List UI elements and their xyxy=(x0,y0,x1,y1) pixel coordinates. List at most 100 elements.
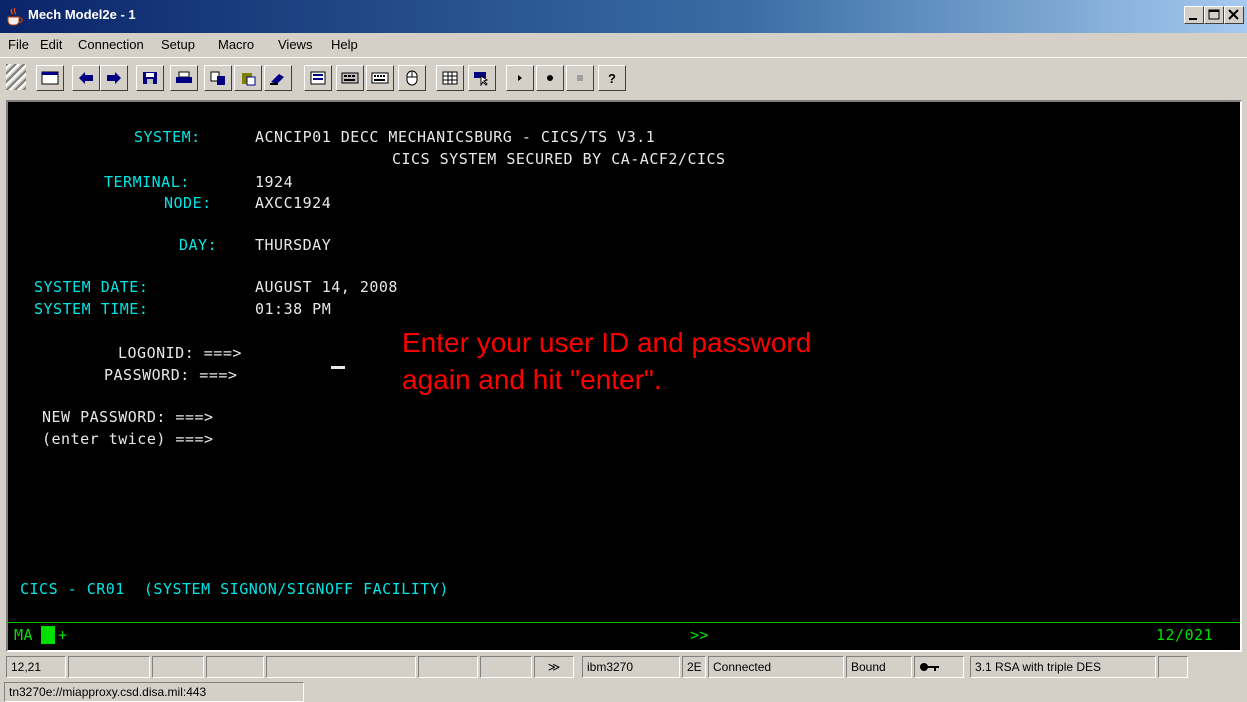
key-icon xyxy=(920,663,939,671)
oia-cursor-block xyxy=(41,626,55,644)
status-bound: Bound xyxy=(846,656,912,678)
pointer-button[interactable] xyxy=(468,65,496,91)
copy-button[interactable] xyxy=(204,65,232,91)
instruction-note-line-2: again and hit "enter". xyxy=(402,364,662,395)
back-button[interactable] xyxy=(72,65,100,91)
menu-setup[interactable]: Setup xyxy=(161,37,195,52)
clear-icon xyxy=(270,74,284,85)
screen-footer: CICS - CR01 (SYSTEM SIGNON/SIGNOFF FACIL… xyxy=(20,580,449,598)
system-date-value: AUGUST 14, 2008 xyxy=(255,278,398,296)
paste-icon xyxy=(242,73,256,86)
copy-icon xyxy=(210,71,225,85)
status-cell-empty-1 xyxy=(68,656,150,678)
application-window: Mech Model2e - 1 File Edit Connection Se… xyxy=(0,0,1247,702)
text-cursor xyxy=(331,366,345,369)
status-cell-empty-6 xyxy=(480,656,532,678)
grid-button[interactable] xyxy=(436,65,464,91)
record-button[interactable] xyxy=(536,65,564,91)
system-value: ACNCIP01 DECC MECHANICSBURG - CICS/TS V3… xyxy=(255,128,656,146)
close-icon xyxy=(1228,9,1239,20)
system-label: SYSTEM: xyxy=(134,128,201,146)
status-bar: 12,21 ≫ ibm3270 2E Connected Bound 3.1 R… xyxy=(0,654,1247,681)
back-arrow-icon xyxy=(79,72,93,84)
status-arrows: ≫ xyxy=(534,656,574,678)
menu-views[interactable]: Views xyxy=(278,37,312,52)
minimize-icon xyxy=(1189,18,1197,20)
display-button[interactable] xyxy=(36,65,64,91)
day-value: THURSDAY xyxy=(255,236,332,254)
system-time-label: SYSTEM TIME: xyxy=(34,300,149,318)
status-cursor-position: 12,21 xyxy=(6,656,66,678)
toolbar: ? xyxy=(0,57,1247,97)
mouse-button[interactable] xyxy=(398,65,426,91)
menu-connection[interactable]: Connection xyxy=(78,37,144,52)
status-lock xyxy=(914,656,964,678)
logonid-field[interactable]: LOGONID: ===> xyxy=(118,344,242,362)
secured-line: CICS SYSTEM SECURED BY CA-ACF2/CICS xyxy=(392,150,726,168)
menu-file[interactable]: File xyxy=(8,37,29,52)
maximize-icon xyxy=(1208,9,1220,20)
day-label: DAY: xyxy=(179,236,218,254)
node-label: NODE: xyxy=(164,194,212,212)
print-screen-button[interactable] xyxy=(170,65,198,91)
pointer-icon xyxy=(474,72,489,86)
status-cell-empty-5 xyxy=(418,656,478,678)
status-terminal-type: ibm3270 xyxy=(582,656,680,678)
oia-indicator: >> xyxy=(690,626,710,644)
print-icon xyxy=(176,71,192,83)
clear-button[interactable] xyxy=(264,65,292,91)
record-icon xyxy=(547,75,553,81)
system-date-label: SYSTEM DATE: xyxy=(34,278,149,296)
menu-edit[interactable]: Edit xyxy=(40,37,62,52)
status-encryption: 3.1 RSA with triple DES xyxy=(970,656,1156,678)
instruction-note-line-1: Enter your user ID and password xyxy=(402,327,812,358)
password-field[interactable]: PASSWORD: ===> xyxy=(104,366,237,384)
paste-button[interactable] xyxy=(234,65,262,91)
svg-text:?: ? xyxy=(608,71,616,86)
macro-keypad-button[interactable] xyxy=(366,65,394,91)
status-model: 2E xyxy=(682,656,706,678)
oia-cursor-position: 12/021 xyxy=(1156,626,1214,644)
menu-bar: File Edit Connection Setup Macro Views H… xyxy=(0,33,1247,57)
status-cell-empty-3 xyxy=(206,656,264,678)
toolbar-grip[interactable] xyxy=(6,64,26,90)
help-button[interactable]: ? xyxy=(598,65,626,91)
menu-help[interactable]: Help xyxy=(331,37,358,52)
play-icon xyxy=(518,75,522,81)
save-button[interactable] xyxy=(136,65,164,91)
forward-button[interactable] xyxy=(100,65,128,91)
display-icon xyxy=(41,71,59,85)
oia-mode: MA xyxy=(14,626,34,644)
stop-button[interactable] xyxy=(566,65,594,91)
stop-icon xyxy=(577,75,583,81)
window-title: Mech Model2e - 1 xyxy=(28,7,136,22)
minimize-button[interactable] xyxy=(1184,6,1204,24)
keypad-icon xyxy=(341,72,359,84)
new-password-field[interactable]: NEW PASSWORD: ===> xyxy=(42,408,214,426)
close-button[interactable] xyxy=(1224,6,1244,24)
confirm-password-field[interactable]: (enter twice) ===> xyxy=(42,430,214,448)
status-cell-empty-7 xyxy=(1158,656,1188,678)
terminal-label: TERMINAL: xyxy=(104,173,190,191)
keypad-button[interactable] xyxy=(336,65,364,91)
java-cup-icon xyxy=(7,7,23,26)
play-button[interactable] xyxy=(506,65,534,91)
terminal-screen[interactable]: SYSTEM: ACNCIP01 DECC MECHANICSBURG - CI… xyxy=(6,100,1242,652)
printer-icon xyxy=(310,71,326,85)
help-icon: ? xyxy=(608,71,616,86)
macro-keypad-icon xyxy=(371,72,389,84)
title-bar: Mech Model2e - 1 xyxy=(0,0,1247,33)
connection-url: tn3270e://miapproxy.csd.disa.mil:443 xyxy=(4,682,304,702)
maximize-button[interactable] xyxy=(1204,6,1224,24)
grid-icon xyxy=(442,71,458,85)
system-time-value: 01:38 PM xyxy=(255,300,332,318)
oia-plus: + xyxy=(58,626,68,644)
forward-arrow-icon xyxy=(107,72,121,84)
mouse-icon xyxy=(406,70,418,86)
status-cell-empty-2 xyxy=(152,656,204,678)
terminal-value: 1924 xyxy=(255,173,294,191)
save-icon xyxy=(143,72,157,84)
menu-macro[interactable]: Macro xyxy=(218,37,254,52)
printer-button[interactable] xyxy=(304,65,332,91)
operator-info-divider xyxy=(8,622,1240,623)
